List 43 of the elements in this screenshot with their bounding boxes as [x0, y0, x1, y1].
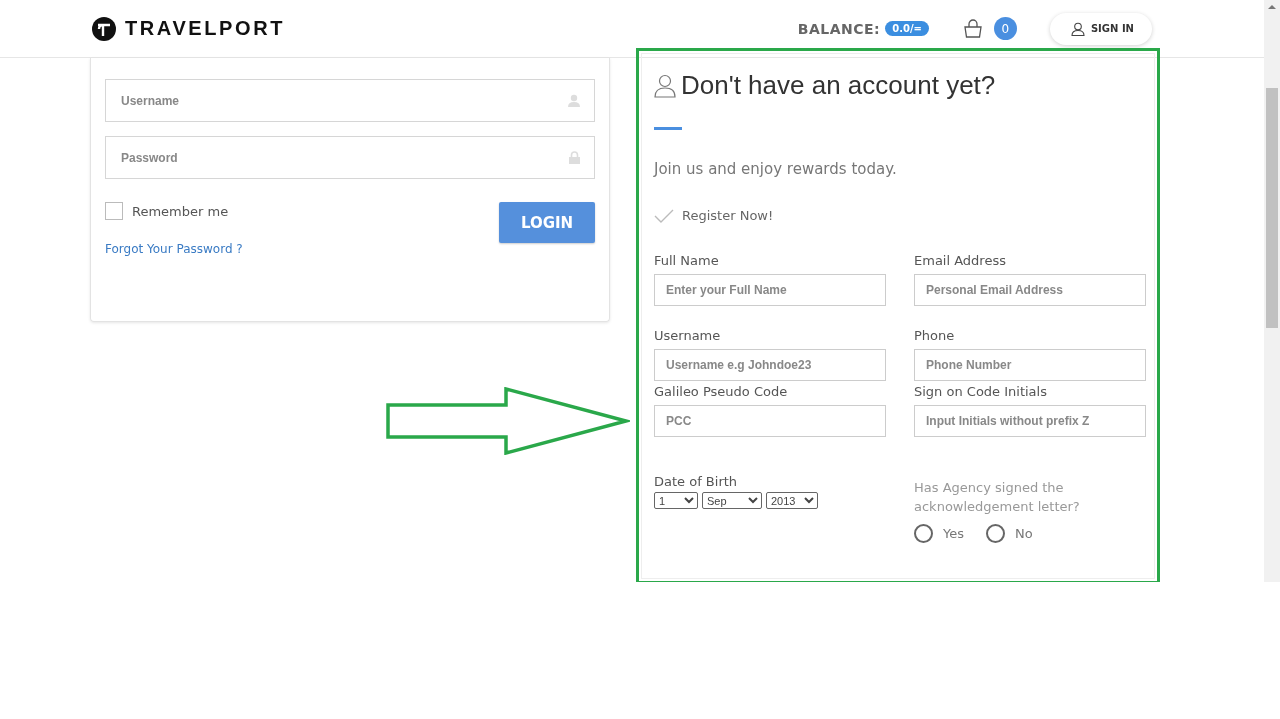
date-of-birth-label: Date of Birth [654, 474, 739, 489]
lock-icon [569, 151, 580, 164]
radio-label: No [1015, 526, 1033, 541]
forgot-password-link[interactable]: Forgot Your Password ? [105, 242, 243, 256]
logo-text: TRAVELPORT [125, 17, 286, 40]
user-icon [654, 73, 676, 98]
field-label: Phone [914, 328, 956, 343]
register-title: Don't have an account yet? [681, 70, 996, 101]
register-subtitle: Join us and enjoy rewards today. [654, 160, 898, 178]
user-icon [1070, 21, 1085, 36]
field-label: Username [654, 328, 722, 343]
remember-label: Remember me [132, 203, 229, 219]
balance-label: BALANCE: [797, 20, 881, 37]
month-select[interactable]: Sep [702, 492, 762, 509]
balance-value: 0.0/= [885, 21, 929, 36]
input-field[interactable]: Personal Email Address [914, 274, 1146, 306]
radio-button[interactable] [986, 524, 1005, 543]
field-label: Email Address [914, 253, 1007, 268]
input-field[interactable]: Username e.g Johndoe23 [654, 349, 886, 381]
username-field[interactable]: Username [105, 79, 595, 122]
day-select[interactable]: 1 [654, 492, 698, 509]
sign-in-button[interactable]: SIGN IN [1049, 12, 1152, 45]
cart-count: 0 [993, 17, 1017, 40]
input-field[interactable]: PCC [654, 405, 886, 437]
scrollbar-thumb[interactable] [1266, 88, 1278, 328]
password-field[interactable]: Password [105, 136, 595, 179]
field-label: Galileo Pseudo Code [654, 384, 789, 399]
input-field[interactable]: Enter your Full Name [654, 274, 886, 306]
user-icon [568, 94, 580, 107]
field-label: Sign on Code Initials [914, 384, 1048, 399]
checkmark-icon [654, 208, 674, 223]
radio-label: Yes [943, 526, 964, 541]
agency-question: Has Agency signed the acknowledgement letter? [914, 479, 1081, 516]
shopping-bag-icon[interactable] [962, 18, 983, 39]
remember-checkbox[interactable] [105, 202, 123, 220]
scrollbar[interactable] [1264, 0, 1280, 582]
input-field[interactable]: Phone Number [914, 349, 1146, 381]
input-field[interactable]: Input Initials without prefix Z [914, 405, 1146, 437]
register-now-text: Register Now! [682, 208, 774, 223]
radio-button[interactable] [914, 524, 933, 543]
logo-icon [92, 16, 116, 41]
year-select[interactable]: 2013 [766, 492, 818, 509]
field-label: Full Name [654, 253, 720, 268]
